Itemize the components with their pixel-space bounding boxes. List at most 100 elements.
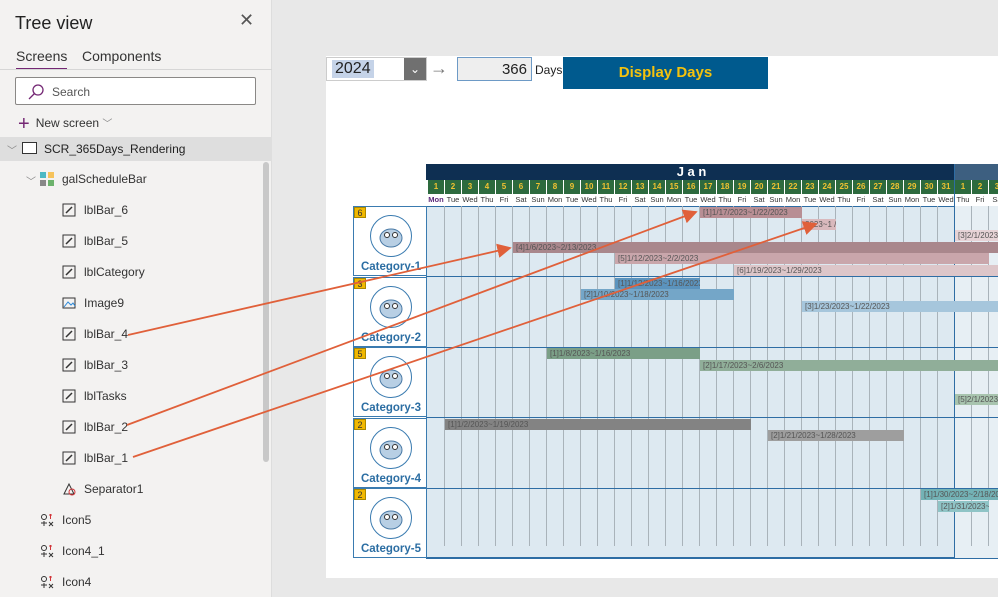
schedule-bar[interactable]: [2]1/17/2023~2/6/2023: [700, 359, 998, 371]
day-number: 15: [666, 180, 682, 194]
schedule-bar[interactable]: [3]1/23/2023~1/22/2023: [802, 300, 998, 312]
task-count-badge: 2: [354, 489, 366, 500]
divider: [0, 69, 272, 70]
arrow-right-icon: →: [430, 58, 448, 78]
day-number: 16: [683, 180, 699, 194]
weekday-label: Tue: [564, 194, 580, 206]
grid-line: [478, 206, 479, 546]
chevron-down-icon[interactable]: ﹀: [7, 142, 17, 157]
label-icon: [62, 265, 76, 279]
weekday-label: Wed: [700, 194, 716, 206]
scrollbar[interactable]: [263, 162, 269, 462]
tree-item-label: lblBar_3: [84, 358, 129, 372]
task-count-badge: 3: [354, 277, 366, 289]
day-number: 12: [615, 180, 631, 194]
tree-item-label: lblBar_6: [84, 203, 129, 217]
schedule-bar[interactable]: [1]1/30/2023~2/18/2023: [921, 489, 998, 500]
weekday-label: Fri: [496, 194, 512, 206]
task-count-badge: 5: [354, 348, 366, 359]
category-name: Category-1: [360, 261, 422, 273]
day-number: 28: [887, 180, 903, 194]
tree-item-label: lblBar_4: [84, 327, 129, 341]
year-dropdown[interactable]: 2024 ⌄: [326, 57, 427, 81]
new-screen-button[interactable]: + New screen ﹀: [18, 113, 112, 136]
year-value: 2024: [332, 60, 374, 78]
tree-item-label: SCR_365Days_Rendering: [44, 142, 186, 156]
monster-icon: [370, 426, 412, 469]
schedule-bar[interactable]: [5]2/1/2023~: [955, 394, 998, 405]
schedule-bar[interactable]: [2]1/10/2023~1/18/2023: [581, 289, 734, 300]
day-number: 17: [700, 180, 716, 194]
day-number: 22: [785, 180, 801, 194]
day-number: 18: [717, 180, 733, 194]
schedule-bar[interactable]: [1]1/17/2023~1/22/2023: [700, 207, 802, 218]
schedule-bar[interactable]: [5]1/12/2023~2/2/2023: [615, 253, 989, 264]
day-number: 21: [768, 180, 784, 194]
category-name: Category-4: [360, 472, 422, 485]
category-cell: 2 Category-5: [353, 488, 427, 558]
tree-item-label: lblBar_1: [84, 451, 129, 465]
category-cell: 5 Category-3: [353, 347, 427, 417]
frog-icon: [370, 285, 412, 328]
tree-item-label: Icon5: [62, 513, 92, 527]
tab-screens[interactable]: Screens: [16, 48, 68, 70]
days-label: Days: [535, 63, 563, 77]
weekday-label: Mon: [904, 194, 920, 206]
chevron-down-icon[interactable]: ⌄: [404, 58, 426, 80]
weekday-label: Tue: [445, 194, 461, 206]
screen-icon: [22, 142, 37, 154]
day-number: 19: [734, 180, 750, 194]
category-cell: 6 Category-1: [353, 206, 427, 276]
schedule-bar[interactable]: [4]1/6/2023~2/13/2023: [513, 241, 998, 253]
category-cell: 3 Category-2: [353, 276, 427, 347]
weekday-label: Sat: [632, 194, 648, 206]
tab-components[interactable]: Components: [82, 48, 161, 68]
grid-line: [546, 206, 547, 546]
day-number: 10: [581, 180, 597, 194]
day-number: 26: [853, 180, 869, 194]
chevron-down-icon[interactable]: ﹀: [26, 173, 36, 188]
tree-item-screen[interactable]: ﹀ SCR_365Days_Rendering: [0, 137, 272, 161]
schedule-bar[interactable]: [2]1/21/2023~1/28/2023: [768, 430, 904, 441]
day-number: 2: [445, 180, 461, 194]
search-input[interactable]: Search: [15, 77, 256, 105]
day-number: 9: [564, 180, 580, 194]
day-number: 11: [598, 180, 614, 194]
tree-item-label: Image9: [84, 296, 125, 310]
schedule-bar[interactable]: [3]2/1/2023~: [955, 230, 998, 241]
days-count-input[interactable]: 366: [457, 57, 532, 81]
category-name: Category-3: [360, 402, 422, 414]
label-icon: [62, 203, 76, 217]
display-days-button[interactable]: Display Days: [563, 57, 768, 89]
grid-line: [563, 206, 564, 546]
schedule-bar[interactable]: [2]1/31/2023~2/2/2023: [938, 500, 989, 512]
day-number: 4: [479, 180, 495, 194]
day-number: 8: [547, 180, 563, 194]
row-separator: [426, 276, 998, 277]
day-number: 1: [955, 180, 971, 194]
schedule-bar[interactable]: [1]1/12/2023~1/16/2023: [615, 277, 700, 289]
schedule-gallery: J a n 1 Mon 2 Tue 3 Wed 4 Thu 5 Fri 6 Sat 7 Sun 8 Mon 9 Tu…: [353, 164, 998, 559]
day-number: 3: [989, 180, 998, 194]
weekday-label: Sun: [649, 194, 665, 206]
weekday-label: Fri: [972, 194, 988, 206]
schedule-bar[interactable]: [6]1/19/2023~1/29/2023: [734, 264, 998, 276]
weekday-label: Sun: [768, 194, 784, 206]
weekday-label: Wed: [462, 194, 478, 206]
girl-cartoon-icon: [370, 215, 412, 257]
weekday-label: Sa: [989, 194, 998, 206]
tree-item-label: galScheduleBar: [62, 172, 147, 186]
tree-item-label: Separator1: [84, 482, 144, 496]
schedule-bar[interactable]: 2023~1 /24/202: [802, 218, 836, 230]
label-icon: [62, 389, 76, 403]
day-number: 5: [496, 180, 512, 194]
grid-line: [529, 206, 530, 546]
grid-line: [495, 206, 496, 546]
close-icon[interactable]: ✕: [239, 10, 254, 31]
schedule-bar[interactable]: [1]1/8/2023~1/16/2023: [547, 348, 700, 359]
plus-icon: +: [18, 113, 30, 135]
schedule-bar[interactable]: [1]1/2/2023~1/19/2023: [445, 418, 751, 430]
shapes-icon: [62, 482, 76, 496]
day-number: 1: [428, 180, 444, 194]
category-name: Category-2: [360, 331, 422, 344]
